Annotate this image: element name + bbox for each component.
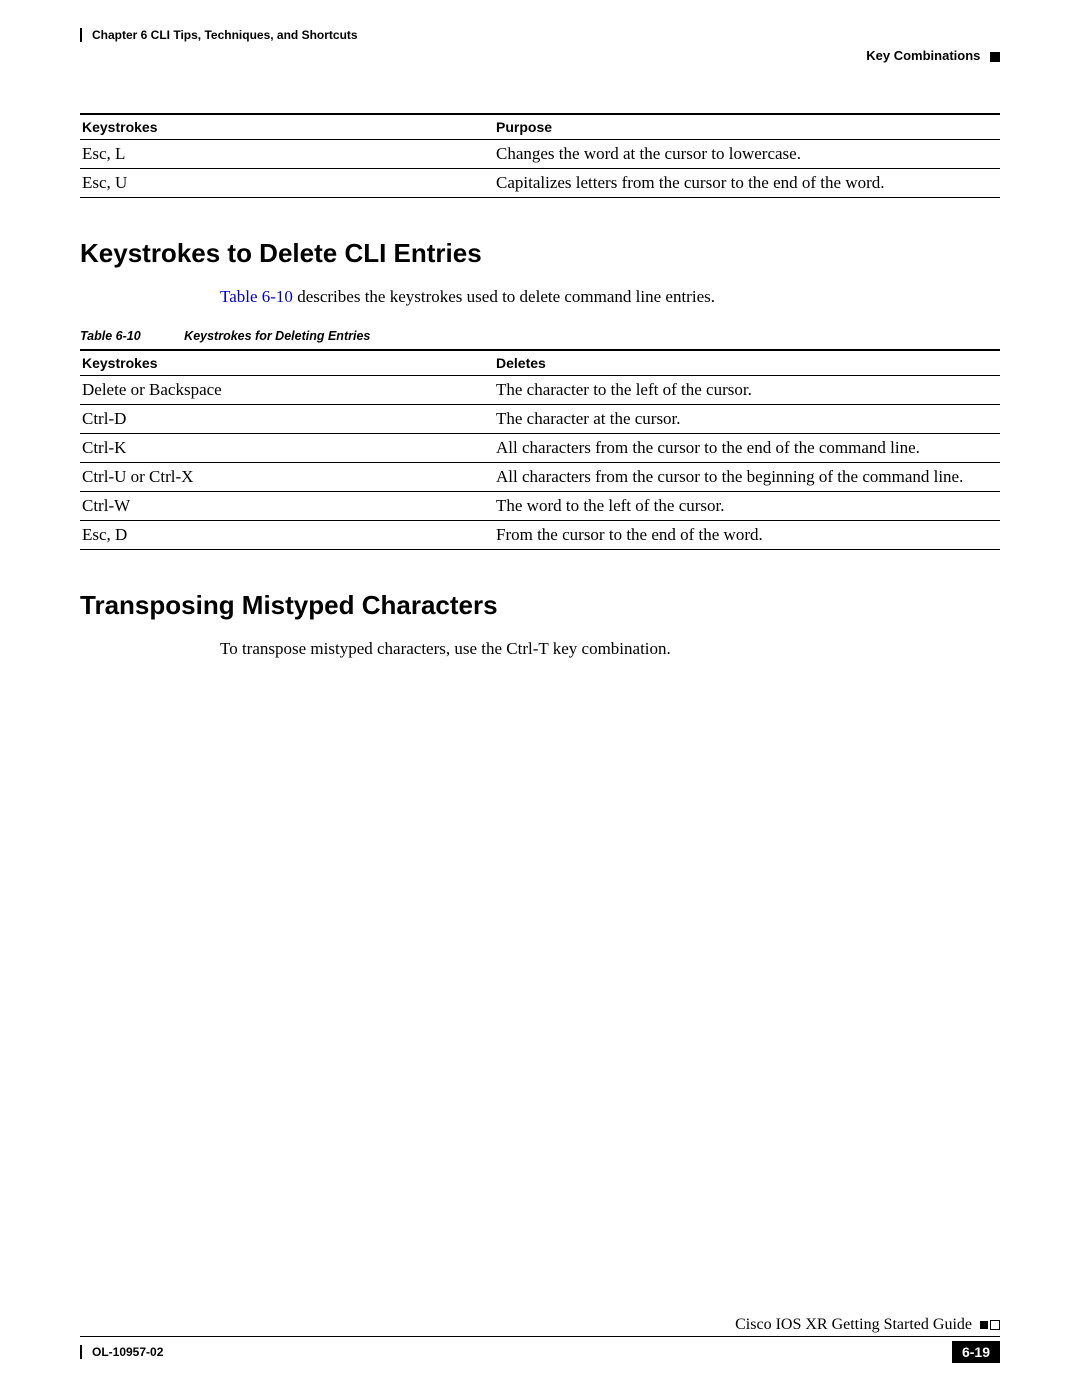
col-purpose: Purpose: [494, 114, 1000, 140]
cell-purpose: Capitalizes letters from the cursor to t…: [494, 169, 1000, 198]
cell-deletes: The character at the cursor.: [494, 405, 1000, 434]
cell-keystroke: Esc, U: [80, 169, 494, 198]
keystrokes-case-table: Keystrokes Purpose Esc, L Changes the wo…: [80, 113, 1000, 198]
footer-marker-icon: [980, 1321, 988, 1329]
cell-keystroke: Ctrl-U or Ctrl-X: [80, 463, 494, 492]
footer-doc-id: OL-10957-02: [80, 1345, 163, 1359]
col-deletes: Deletes: [494, 350, 1000, 376]
cell-deletes: All characters from the cursor to the en…: [494, 434, 1000, 463]
table-xref-link[interactable]: Table 6-10: [220, 287, 293, 306]
table-row: Delete or Backspace The character to the…: [80, 376, 1000, 405]
table-row: Esc, L Changes the word at the cursor to…: [80, 140, 1000, 169]
cell-keystroke: Esc, D: [80, 521, 494, 550]
table-row: Esc, U Capitalizes letters from the curs…: [80, 169, 1000, 198]
table-header-row: Keystrokes Purpose: [80, 114, 1000, 140]
table-number: Table 6-10: [80, 329, 141, 343]
table-row: Ctrl-U or Ctrl-X All characters from the…: [80, 463, 1000, 492]
section-label: Key Combinations: [866, 48, 980, 63]
footer-marker-icon: [990, 1320, 1000, 1330]
cell-purpose: Changes the word at the cursor to lowerc…: [494, 140, 1000, 169]
col-keystrokes: Keystrokes: [80, 114, 494, 140]
table-header-row: Keystrokes Deletes: [80, 350, 1000, 376]
section-heading-delete: Keystrokes to Delete CLI Entries: [80, 238, 1000, 269]
page-number: 6-19: [952, 1341, 1000, 1363]
cell-deletes: From the cursor to the end of the word.: [494, 521, 1000, 550]
col-keystrokes: Keystrokes: [80, 350, 494, 376]
cell-keystroke: Delete or Backspace: [80, 376, 494, 405]
table-row: Ctrl-D The character at the cursor.: [80, 405, 1000, 434]
footer-guide-title: Cisco IOS XR Getting Started Guide: [735, 1316, 972, 1333]
intro-paragraph: Table 6-10 describes the keystrokes used…: [220, 287, 1000, 307]
table-title: Keystrokes for Deleting Entries: [184, 329, 370, 343]
cell-deletes: All characters from the cursor to the be…: [494, 463, 1000, 492]
keystrokes-delete-table: Keystrokes Deletes Delete or Backspace T…: [80, 349, 1000, 550]
running-subheader: Key Combinations: [80, 48, 1000, 63]
cell-keystroke: Ctrl-D: [80, 405, 494, 434]
transpose-paragraph: To transpose mistyped characters, use th…: [220, 639, 1000, 659]
running-header: Chapter 6 CLI Tips, Techniques, and Shor…: [80, 28, 1000, 42]
page-footer: Cisco IOS XR Getting Started Guide OL-10…: [80, 1316, 1000, 1363]
cell-keystroke: Esc, L: [80, 140, 494, 169]
table-row: Ctrl-W The word to the left of the curso…: [80, 492, 1000, 521]
header-marker-icon: [990, 52, 1000, 62]
cell-keystroke: Ctrl-W: [80, 492, 494, 521]
cell-keystroke: Ctrl-K: [80, 434, 494, 463]
table-row: Esc, D From the cursor to the end of the…: [80, 521, 1000, 550]
table-caption: Table 6-10 Keystrokes for Deleting Entri…: [80, 329, 1000, 343]
section-heading-transpose: Transposing Mistyped Characters: [80, 590, 1000, 621]
table-row: Ctrl-K All characters from the cursor to…: [80, 434, 1000, 463]
intro-text: describes the keystrokes used to delete …: [293, 287, 715, 306]
cell-deletes: The word to the left of the cursor.: [494, 492, 1000, 521]
cell-deletes: The character to the left of the cursor.: [494, 376, 1000, 405]
